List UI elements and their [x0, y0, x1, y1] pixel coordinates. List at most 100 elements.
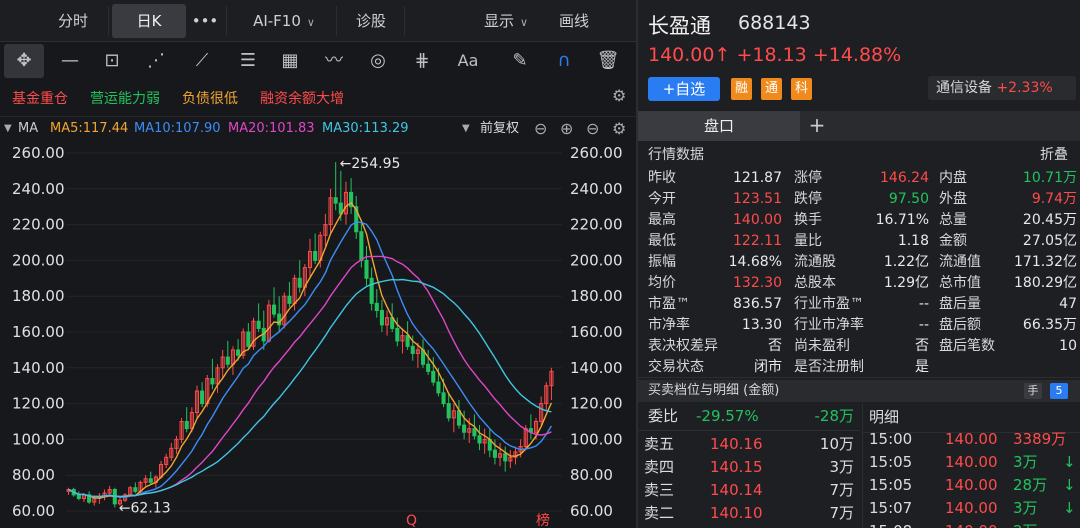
quote-label: 交易状态 — [648, 359, 704, 375]
quote-row: 今开 123.51 跌停 97.50 外盘 9.74万 — [638, 189, 1080, 210]
unit-hand-button[interactable]: 手 — [1024, 383, 1042, 399]
candle-body — [374, 302, 379, 312]
ask-row[interactable]: 卖五 140.16 10万 — [638, 434, 860, 455]
quote-value: 1.22亿 — [883, 254, 929, 270]
quote-label: 量比 — [794, 233, 822, 249]
cycle-icon[interactable]: ◎ — [358, 44, 398, 78]
display-menu[interactable]: 显示 ∨ — [466, 4, 546, 38]
quote-label: 振幅 — [648, 254, 676, 270]
trade-row: 15:05 140.00 28万 ↓ — [863, 474, 1080, 496]
gear-icon[interactable]: ⚙ — [612, 86, 626, 105]
trade-time: 15:05 — [869, 476, 913, 494]
quote-value: 是 — [915, 359, 929, 375]
min-price-label: ←62.13 — [119, 500, 171, 516]
tag-low-debt[interactable]: 负债很低 — [182, 88, 238, 108]
quote-value: 否 — [915, 338, 929, 354]
y-tick-label-left: 240.00 — [12, 180, 65, 198]
wave-icon[interactable]: 〰 — [314, 44, 354, 78]
quote-value: 10 — [1059, 338, 1077, 354]
trade-time: 15:07 — [869, 499, 913, 517]
quote-value: 180.29亿 — [1014, 275, 1077, 291]
quote-row: 市净率 13.30 行业市净率 -- 盘后额 66.35万 — [638, 315, 1080, 336]
quote-value: 16.71% — [875, 212, 929, 228]
candle-body — [436, 381, 441, 394]
candle-body — [410, 345, 415, 354]
chart-panel: 分时 日K ••• AI-F10 ∨ 诊股 显示 ∨ 画线 ✥ — ⊡ ⋰ ⟋ ☰ … — [0, 0, 636, 528]
plus-circle-icon[interactable]: ⊕ — [560, 117, 573, 141]
minus-circle-icon[interactable]: ⊖ — [534, 117, 547, 141]
quote-value: 132.30 — [733, 275, 782, 291]
fibonacci-icon[interactable]: ⋕ — [402, 44, 442, 78]
add-tab-icon[interactable]: + — [804, 111, 830, 141]
ask-row[interactable]: 卖三 140.14 7万 — [638, 480, 860, 501]
candle-body — [256, 320, 261, 329]
candlestick-chart[interactable]: 260.00 260.00 240.00 240.00 220.00 220.00 200.… — [0, 141, 636, 528]
channel-icon[interactable]: ⟋ — [182, 44, 222, 78]
tab-ai-f10[interactable]: AI-F10 ∨ — [236, 4, 332, 38]
badge-margin[interactable]: 融 — [731, 78, 752, 100]
fold-button[interactable]: 折叠 — [1040, 143, 1068, 167]
candle-body — [405, 335, 410, 347]
trade-volume: 28万 — [1013, 476, 1048, 494]
collapse-triangle-icon[interactable]: ▼ — [4, 117, 12, 141]
draw-line-button[interactable]: 画线 — [546, 4, 602, 38]
horizontal-line-icon[interactable]: — — [50, 44, 90, 78]
tag-weak-operation[interactable]: 营运能力弱 — [90, 88, 160, 108]
tab-fenshi[interactable]: 分时 — [38, 4, 108, 38]
quote-label: 金额 — [939, 233, 967, 249]
quote-value: 20.45万 — [1022, 212, 1077, 228]
gear-icon[interactable]: ⚙ — [612, 117, 626, 141]
trash-icon[interactable]: 🗑 — [588, 44, 628, 78]
ask-price: 140.14 — [710, 481, 763, 499]
fuquan-caret-icon[interactable]: ▼ — [462, 117, 470, 141]
tag-margin-increase[interactable]: 融资余额大增 — [260, 88, 344, 108]
trade-direction: ↓ — [1063, 499, 1076, 517]
candle-body — [472, 428, 477, 437]
trade-price: 140.00 — [945, 476, 998, 494]
magnet-icon[interactable]: ∩ — [544, 44, 584, 78]
ask-row[interactable]: 卖四 140.15 3万 — [638, 457, 860, 478]
grid-icon[interactable]: ☰ — [228, 44, 268, 78]
fuquan-select[interactable]: 前复权 — [480, 117, 519, 141]
eraser-icon[interactable]: ✎ — [500, 44, 540, 78]
crosshair-move-icon[interactable]: ✥ — [4, 44, 44, 78]
quote-label: 涨停 — [794, 170, 822, 186]
quote-label: 内盘 — [939, 170, 967, 186]
quote-value: 否 — [768, 338, 782, 354]
trade-row: 15:00 140.00 3389万 — [863, 428, 1080, 450]
quote-value: 146.24 — [880, 170, 929, 186]
quote-value: 14.68% — [728, 254, 782, 270]
quote-value: 10.71万 — [1022, 170, 1077, 186]
quote-row: 均价 132.30 总股本 1.29亿 总市值 180.29亿 — [638, 273, 1080, 294]
trade-time: 15:00 — [869, 430, 913, 448]
quote-value: 836.57 — [733, 296, 782, 312]
level-five-button[interactable]: 5 — [1050, 383, 1068, 399]
tag-fund-heavy[interactable]: 基金重仓 — [12, 88, 68, 108]
rectangle-icon[interactable]: ⊡ — [92, 44, 132, 78]
quote-label: 行业市盈™ — [794, 296, 864, 312]
trade-row: 15:07 140.00 3万 ↓ — [863, 497, 1080, 519]
tab-pankou[interactable]: 盘口 — [638, 111, 800, 141]
calendar-icon[interactable]: ▦ — [270, 44, 310, 78]
minus-circle-icon[interactable]: ⊖ — [586, 117, 599, 141]
sector-badge[interactable]: 通信设备 +2.33% — [928, 76, 1076, 100]
weibi-value: -28万 — [814, 407, 855, 425]
text-icon[interactable]: Aa — [448, 44, 488, 78]
weibi-pct: -29.57% — [696, 407, 759, 425]
tab-zhengu[interactable]: 诊股 — [340, 4, 402, 38]
ask-volume: 3万 — [829, 458, 854, 476]
badge-star-market[interactable]: 科 — [791, 78, 812, 100]
quote-label: 流通值 — [939, 254, 981, 270]
fan-line-icon[interactable]: ⋰ — [136, 44, 176, 78]
more-button[interactable]: ••• — [186, 4, 224, 38]
mingxi-title: 明细 — [869, 408, 900, 426]
candle-body — [359, 231, 364, 261]
drawing-toolbar: ✥ — ⊡ ⋰ ⟋ ☰ ▦ 〰 ◎ ⋕ Aa ✎ ∩ 🗑 — [0, 42, 636, 82]
tab-daily-k[interactable]: 日K — [112, 4, 186, 38]
candle-body — [236, 349, 241, 356]
candle-body — [184, 421, 189, 430]
quote-value: 47 — [1059, 296, 1077, 312]
badge-connect[interactable]: 通 — [761, 78, 782, 100]
add-watchlist-button[interactable]: +自选 — [648, 77, 720, 101]
ask-row[interactable]: 卖二 140.10 7万 — [638, 503, 860, 524]
